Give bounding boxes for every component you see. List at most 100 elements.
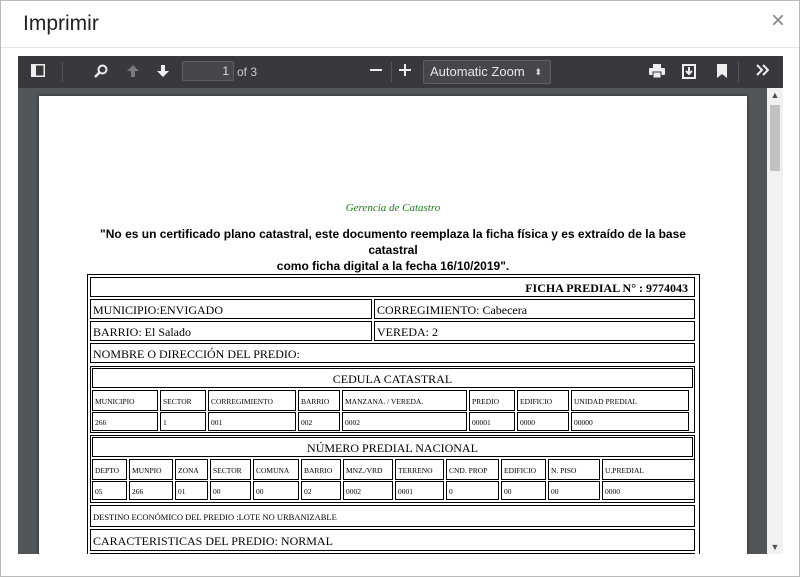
barrio-cell: BARRIO: El Salado bbox=[90, 321, 372, 341]
numero-value: 01 bbox=[178, 487, 186, 496]
sidebar-toggle-icon[interactable] bbox=[25, 60, 51, 84]
numero-value-cell: 0002 bbox=[343, 481, 393, 500]
numero-header: CND. PROP bbox=[449, 466, 488, 475]
cedula-header-cell: BARRIO bbox=[298, 390, 340, 411]
chevron-up-down-icon: ⬍ bbox=[534, 67, 542, 77]
municipio-cell: MUNICIPIO:ENVIGADO bbox=[90, 299, 372, 319]
destino-cell: DESTINO ECONÓMICO DEL PREDIO :LOTE NO UR… bbox=[90, 505, 695, 527]
notice-line-1: "No es un certificado plano catastral, e… bbox=[100, 227, 686, 257]
numero-header-cell: TERRENO bbox=[395, 459, 444, 480]
cedula-value: 0002 bbox=[345, 418, 360, 427]
scroll-down-icon[interactable]: ▼ bbox=[767, 540, 783, 554]
numero-header: COMUNA bbox=[256, 466, 290, 475]
cedula-header: MUNICIPIO bbox=[95, 397, 135, 406]
cedula-header-cell: PREDIO bbox=[469, 390, 515, 411]
nombre-label: NOMBRE O DIRECCIÓN DEL PREDIO: bbox=[93, 347, 300, 361]
numero-header: SECTOR bbox=[213, 466, 242, 475]
cedula-header-cell: UNIDAD PREDIAL bbox=[571, 390, 689, 411]
numero-value-cell: 02 bbox=[301, 481, 341, 500]
numero-header-cell: COMUNA bbox=[253, 459, 299, 480]
zoom-out-icon[interactable] bbox=[363, 60, 389, 84]
ficha-number: FICHA PREDIAL N° : 9774043 bbox=[525, 281, 688, 295]
numero-header-cell: BARRIO bbox=[301, 459, 341, 480]
numero-value: 0 bbox=[449, 487, 453, 496]
numero-value: 266 bbox=[132, 487, 144, 496]
nombre-cell: NOMBRE O DIRECCIÓN DEL PREDIO: bbox=[90, 343, 695, 363]
cedula-value-cell: 00000 bbox=[571, 412, 689, 431]
page-number-input[interactable]: 1 bbox=[182, 61, 234, 81]
numero-value-cell: 0 bbox=[446, 481, 499, 500]
zoom-in-icon[interactable] bbox=[392, 60, 418, 84]
scroll-up-icon[interactable]: ▲ bbox=[767, 88, 783, 102]
cedula-header: SECTOR bbox=[163, 397, 192, 406]
cedula-value-cell: 001 bbox=[208, 412, 296, 431]
pdf-page: Gerencia de Catastro "No es un certifica… bbox=[39, 96, 747, 554]
document-scroll-area[interactable]: Gerencia de Catastro "No es un certifica… bbox=[18, 88, 783, 554]
cedula-value-cell: 002 bbox=[298, 412, 340, 431]
print-icon[interactable] bbox=[644, 60, 670, 84]
cedula-header: MANZANA. / VEREDA. bbox=[345, 397, 424, 406]
vertical-scrollbar[interactable]: ▲ ▼ bbox=[767, 88, 783, 554]
cedula-title: CEDULA CATASTRAL bbox=[332, 372, 453, 386]
ficha-predial-form: FICHA PREDIAL N° : 9774043 MUNICIPIO:ENV… bbox=[87, 274, 700, 554]
numero-value: 00 bbox=[551, 487, 559, 496]
pdf-viewer: 1 of 3 Automatic Zoom ⬍ Gerencia de Cata… bbox=[18, 56, 783, 554]
zoom-value: Automatic Zoom bbox=[430, 64, 525, 79]
numero-header-cell: N. PISO bbox=[548, 459, 600, 480]
numero-value-cell: 266 bbox=[129, 481, 173, 500]
numero-value-cell: 05 bbox=[92, 481, 127, 500]
numero-header-cell: ZONA bbox=[175, 459, 208, 480]
numero-header-cell: MUNPIO bbox=[129, 459, 173, 480]
numero-header-cell: U.PREDIAL bbox=[602, 459, 695, 480]
cedula-value: 266 bbox=[95, 418, 107, 427]
close-icon[interactable]: × bbox=[767, 9, 789, 35]
caracteristicas-cell: CARACTERISTICAS DEL PREDIO: NORMAL bbox=[90, 529, 695, 551]
notice-text: "No es un certificado plano catastral, e… bbox=[79, 226, 707, 274]
notice-line-2: como ficha digital a la fecha 16/10/2019… bbox=[276, 259, 510, 273]
page-up-icon[interactable] bbox=[120, 60, 146, 84]
print-dialog: Imprimir × 1 of 3 Automatic Zoom ⬍ Geren… bbox=[0, 0, 800, 577]
toolbar-separator bbox=[62, 62, 63, 82]
bookmark-icon[interactable] bbox=[709, 60, 735, 84]
cedula-value-cell: 0002 bbox=[342, 412, 467, 431]
numero-header: BARRIO bbox=[304, 466, 333, 475]
cedula-header-cell: CORREGIMIENTO bbox=[208, 390, 296, 411]
search-icon[interactable] bbox=[88, 60, 114, 84]
gerencia-heading: Gerencia de Catastro bbox=[345, 202, 441, 214]
municipio-label: MUNICIPIO:ENVIGADO bbox=[93, 303, 223, 317]
vereda-cell: VEREDA: 2 bbox=[374, 321, 695, 341]
zoom-select[interactable]: Automatic Zoom ⬍ bbox=[423, 60, 551, 84]
cedula-header: EDIFICIO bbox=[520, 397, 553, 406]
numero-value-cell: 0001 bbox=[395, 481, 444, 500]
tools-icon[interactable] bbox=[750, 60, 776, 84]
numero-header-cell: CND. PROP bbox=[446, 459, 499, 480]
numero-value-cell: 00 bbox=[210, 481, 251, 500]
barrio-label: BARRIO: El Salado bbox=[93, 325, 191, 339]
numero-header-cell: EDIFICIO bbox=[501, 459, 546, 480]
numero-header-cell: DEPTO bbox=[92, 459, 127, 480]
cedula-header: PREDIO bbox=[472, 397, 500, 406]
download-icon[interactable] bbox=[676, 60, 702, 84]
scrollbar-thumb[interactable] bbox=[770, 105, 780, 171]
numero-header: U.PREDIAL bbox=[605, 466, 644, 475]
page-count: of 3 bbox=[237, 65, 258, 79]
vereda-label: VEREDA: 2 bbox=[377, 325, 438, 339]
caracteristicas-label: CARACTERISTICAS DEL PREDIO: NORMAL bbox=[93, 534, 333, 548]
cedula-section: CEDULA CATASTRAL MUNICIPIO 266 SECTOR 1 CORR… bbox=[90, 366, 695, 433]
numero-header: TERRENO bbox=[398, 466, 433, 475]
cedula-header-cell: EDIFICIO bbox=[517, 390, 569, 411]
numero-value: 0000 bbox=[605, 487, 620, 496]
numero-title: NÚMERO PREDIAL NACIONAL bbox=[307, 441, 478, 455]
numero-value-cell: 01 bbox=[175, 481, 208, 500]
page-down-icon[interactable] bbox=[150, 60, 176, 84]
cedula-value: 1 bbox=[163, 418, 167, 427]
cedula-title-cell: CEDULA CATASTRAL bbox=[92, 368, 693, 388]
numero-header: N. PISO bbox=[551, 466, 577, 475]
destino-label: DESTINO ECONÓMICO DEL PREDIO :LOTE NO UR… bbox=[93, 512, 337, 522]
cedula-value: 00000 bbox=[574, 418, 593, 427]
dialog-header: Imprimir × bbox=[1, 1, 799, 48]
numero-value: 0002 bbox=[346, 487, 361, 496]
numero-value: 0001 bbox=[398, 487, 413, 496]
cedula-header: CORREGIMIENTO bbox=[211, 397, 273, 406]
numero-header-cell: MNZ./VRD bbox=[343, 459, 393, 480]
